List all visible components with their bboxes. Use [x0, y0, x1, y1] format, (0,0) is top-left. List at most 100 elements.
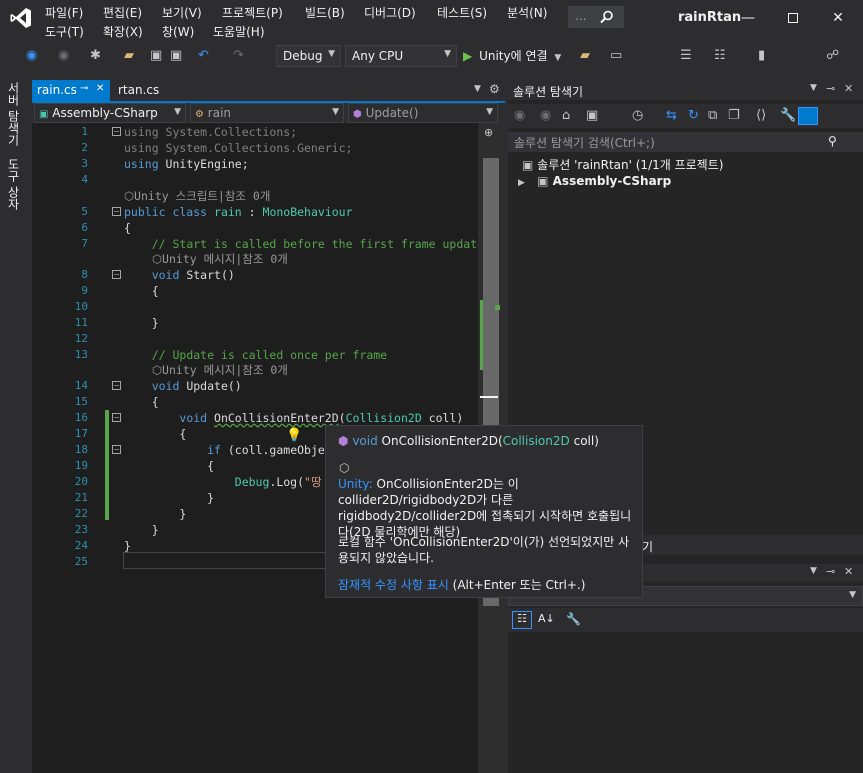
change-indicator-bar [105, 410, 109, 520]
menu-view[interactable]: 보기(V) [162, 4, 202, 21]
pin-icon[interactable]: ⊸ [826, 82, 835, 95]
codelens-script-refs[interactable]: ⬡Unity 스크립트|참조 0개 [124, 188, 270, 204]
quick-info-tooltip: ⬢ void OnCollisionEnter2D(Collision2D co… [325, 425, 643, 598]
server-explorer-tab[interactable]: 서버 탐색기 [5, 82, 22, 146]
search-input[interactable]: ... [568, 6, 624, 28]
fold-toggle-icon[interactable]: − [112, 207, 121, 216]
collapse-all-icon[interactable]: ⧉ [708, 108, 717, 124]
codelens-message-refs[interactable]: ⬡Unity 메시지|참조 0개 [152, 251, 288, 267]
show-fixes-link[interactable]: 잠재적 수정 사항 표시 [338, 578, 449, 592]
back-icon[interactable]: ◉ [514, 108, 525, 124]
fold-toggle-icon[interactable]: − [112, 381, 121, 390]
codelens-message-refs[interactable]: ⬡Unity 메시지|참조 0개 [152, 362, 288, 378]
maximize-button[interactable] [771, 4, 815, 32]
line-number: 9 [81, 284, 88, 297]
redo-icon[interactable]: ↷ [233, 48, 244, 64]
view-code-icon[interactable]: ⟨⟩ [756, 108, 766, 124]
open-file-icon[interactable]: ▰ [124, 48, 134, 64]
close-icon[interactable]: ✕ [96, 83, 104, 94]
expand-arrow-icon[interactable]: ▶ [518, 178, 525, 188]
search-placeholder: ... [575, 9, 587, 23]
project-dropdown[interactable]: ▣ Assembly-CSharp ▼ [34, 103, 186, 123]
live-share-icon[interactable]: ☍ [826, 48, 839, 64]
toolbar: ◉ ◉ ✱ ▰ ▣ ▣ ↶ ↷ Debug ▼ Any CPU ▼ ▶ Unit… [0, 40, 863, 72]
line-number: 15 [74, 395, 88, 408]
preview-toggle-button[interactable] [798, 107, 818, 125]
line-number: 14 [74, 379, 88, 392]
properties-wrench-icon[interactable]: 🔧 [780, 108, 796, 124]
menu-analyze[interactable]: 분석(N) [507, 4, 547, 21]
platform-select[interactable]: Any CPU ▼ [345, 45, 457, 67]
split-icon[interactable]: ⊕ [484, 126, 493, 139]
close-icon[interactable]: ✕ [844, 565, 853, 578]
close-icon: ✕ [832, 10, 844, 26]
change-marker [480, 300, 483, 370]
tab-rain-cs[interactable]: rain.cs ⊸ ✕ [32, 80, 110, 102]
home-icon[interactable]: ⌂ [562, 108, 570, 124]
menu-file[interactable]: 파일(F) [45, 4, 83, 21]
fold-toggle-icon[interactable]: − [112, 413, 121, 422]
save-icon[interactable]: ▣ [150, 48, 162, 64]
forward-icon[interactable]: ◉ [58, 48, 69, 64]
line-number: 22 [74, 507, 88, 520]
menu-project[interactable]: 프로젝트(P) [222, 4, 283, 21]
show-all-files-icon[interactable]: ❐ [728, 108, 740, 124]
menu-tools[interactable]: 도구(T) [45, 23, 84, 40]
configuration-select[interactable]: Debug ▼ [276, 45, 341, 67]
solution-node[interactable]: ▣ 솔루션 'rainRtan' (1/1개 프로젝트) [522, 156, 723, 173]
forward-icon[interactable]: ◉ [540, 108, 551, 124]
settings-gear-icon[interactable]: ⚙ [489, 82, 500, 96]
refresh-icon[interactable]: ↻ [688, 108, 699, 124]
pin-icon[interactable]: ⊸ [80, 83, 88, 94]
tooltip-description: Unity: OnCollisionEnter2D는 이 collider2D/… [338, 476, 636, 540]
line-number: 25 [74, 555, 88, 568]
bookmark-icon[interactable]: ▮ [758, 48, 765, 64]
solution-explorer-header: 솔루션 탐색기 ▼ ⊸ ✕ [508, 80, 863, 100]
menu-test[interactable]: 테스트(S) [437, 4, 487, 21]
menu-help[interactable]: 도움말(H) [213, 23, 265, 40]
menu-extensions[interactable]: 확장(X) [103, 23, 143, 40]
pending-changes-icon[interactable]: ◷ [632, 108, 643, 124]
code-line: public class rain : MonoBehaviour [124, 205, 353, 219]
close-icon[interactable]: ✕ [844, 82, 853, 95]
undo-icon[interactable]: ↶ [198, 48, 209, 64]
lightbulb-icon[interactable]: 💡 [286, 428, 302, 443]
panel-menu-icon[interactable]: ▼ [810, 566, 817, 576]
save-all-icon[interactable]: ▣ [170, 48, 182, 64]
project-node[interactable]: ▶ ▣ Assembly-CSharp [518, 174, 671, 188]
new-project-icon[interactable]: ✱ [90, 48, 101, 64]
member-dropdown[interactable]: ⬢ Update() ▼ [348, 103, 498, 123]
class-dropdown[interactable]: ⚙ rain ▼ [190, 103, 344, 123]
panel-menu-icon[interactable]: ▼ [810, 83, 817, 93]
fold-toggle-icon[interactable]: − [112, 127, 121, 136]
fold-toggle-icon[interactable]: − [112, 445, 121, 454]
close-button[interactable]: ✕ [816, 4, 860, 32]
comment-icon[interactable]: ☰ [680, 48, 692, 64]
menu-build[interactable]: 빌드(B) [305, 4, 345, 21]
back-icon[interactable]: ◉ [26, 48, 37, 64]
signature-type: Collision2D [502, 434, 570, 448]
minimize-button[interactable]: — [726, 4, 770, 32]
alphabetical-icon[interactable]: A↓ [538, 612, 555, 625]
line-number: 17 [74, 427, 88, 440]
property-pages-wrench-icon[interactable]: 🔧 [566, 612, 581, 626]
code-line: } [124, 507, 187, 521]
menu-window[interactable]: 창(W) [162, 23, 194, 40]
attach-unity-button[interactable]: ▶ Unity에 연결 ▼ [463, 47, 561, 65]
tab-rtan-cs[interactable]: rtan.cs [114, 80, 184, 102]
folder-icon[interactable]: ▰ [580, 48, 590, 64]
search-icon[interactable]: ⚲ [828, 134, 837, 148]
browser-icon[interactable]: ▭ [610, 48, 622, 64]
toolbox-tab[interactable]: 도구 상자 [5, 158, 22, 210]
switch-views-icon[interactable]: ▣ [586, 108, 598, 124]
tab-overflow-icon[interactable]: ▼ [474, 84, 481, 94]
solution-explorer-search[interactable]: 솔루션 탐색기 검색(Ctrl+;) ⚲ [508, 132, 863, 152]
sync-icon[interactable]: ⇆ [666, 108, 677, 124]
pin-icon[interactable]: ⊸ [826, 565, 835, 578]
uncomment-icon[interactable]: ☷ [714, 48, 726, 64]
fold-toggle-icon[interactable]: − [112, 270, 121, 279]
search-icon[interactable] [600, 9, 614, 24]
menu-debug[interactable]: 디버그(D) [364, 4, 416, 21]
categorized-icon[interactable]: ☷ [512, 611, 532, 629]
menu-edit[interactable]: 편집(E) [103, 4, 142, 21]
